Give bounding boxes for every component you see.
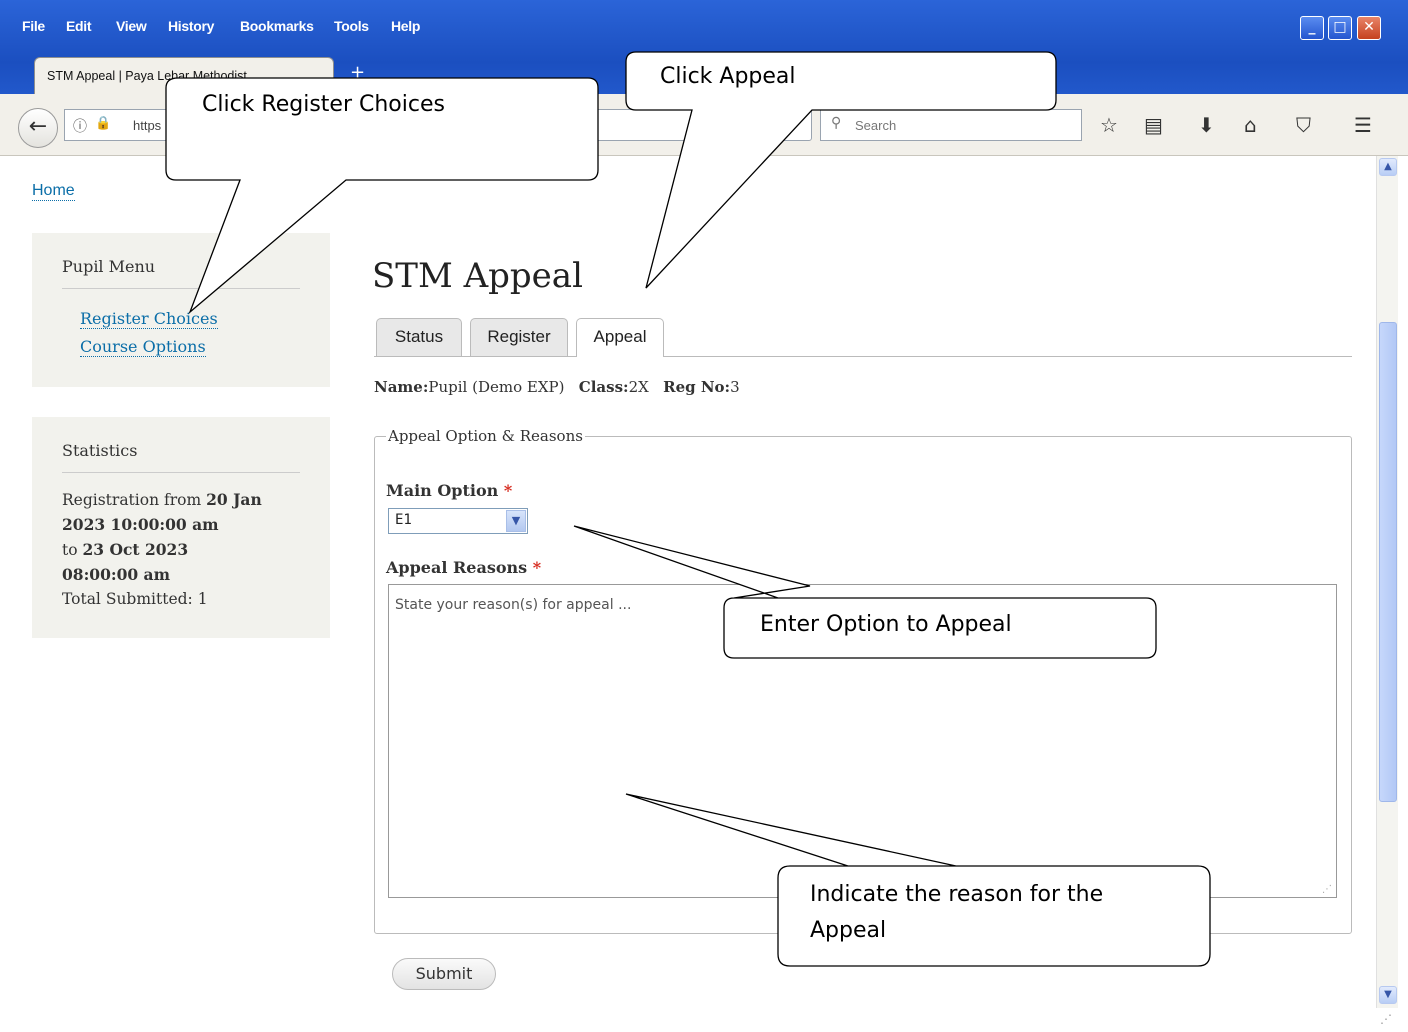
tab-appeal[interactable]: Appeal — [576, 318, 664, 357]
callout-register-text: Click Register Choices — [202, 92, 445, 117]
annotation-callouts — [165, 51, 1211, 967]
callout-option-text: Enter Option to Appeal — [760, 612, 1012, 637]
callout-appeal-text: Click Appeal — [660, 64, 796, 89]
callout-reason-text-2: Appeal — [810, 918, 887, 943]
callout-option-bubble — [573, 525, 1157, 659]
callout-reason-text-1: Indicate the reason for the — [810, 882, 1104, 907]
callout-reason-bubble — [625, 793, 1211, 967]
